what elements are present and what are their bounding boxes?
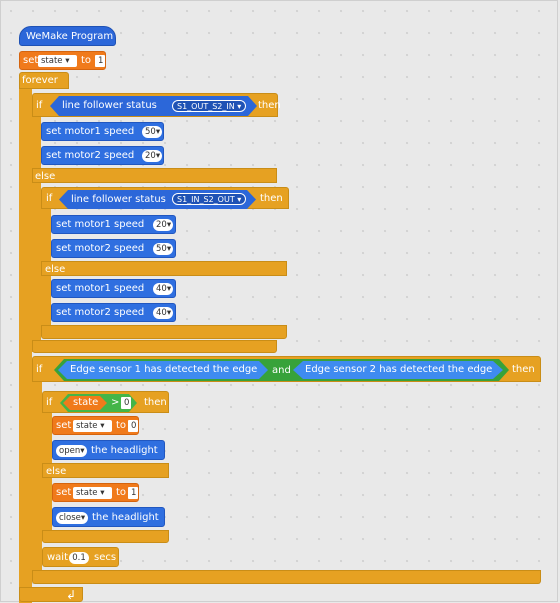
sensor-label: line follower status [71, 194, 166, 205]
set-motor1-block[interactable]: set motor1 speed 20▾ [51, 215, 176, 234]
if2-else-bar: else [41, 261, 287, 276]
set-state-block[interactable]: set state ▾ to 1 [52, 483, 139, 502]
program-hat-block[interactable]: WeMake Program [19, 26, 116, 46]
speed-dropdown[interactable]: 20▾ [153, 219, 173, 231]
if4-block[interactable]: if state > 0 then [42, 391, 169, 413]
if4-bottom [42, 530, 169, 543]
edge-sensor-2-condition[interactable]: Edge sensor 2 has detected the edge [293, 361, 503, 379]
headlight-label: the headlight [91, 445, 158, 456]
set-state-block[interactable]: set state ▾ to 1 [19, 51, 106, 70]
set-motor1-block[interactable]: set motor1 speed 50▾ [41, 122, 164, 141]
line-follower-condition[interactable]: line follower status S1_IN_S2_OUT ▾ [59, 190, 256, 209]
variable-dropdown[interactable]: state ▾ [73, 487, 112, 499]
if2-bottom [41, 325, 287, 339]
speed-dropdown[interactable]: 50▾ [153, 243, 173, 255]
if-label: if [36, 364, 43, 375]
if-label: if [46, 397, 53, 408]
if1-bottom [32, 340, 277, 353]
speed-dropdown[interactable]: 40▾ [153, 307, 173, 319]
forever-block[interactable]: forever [19, 72, 69, 89]
if2-block[interactable]: if line follower status S1_IN_S2_OUT ▾ t… [41, 187, 289, 209]
status-dropdown[interactable]: S1_IN_S2_OUT ▾ [172, 193, 246, 205]
if3-arm [32, 381, 42, 571]
if-label: if [46, 193, 53, 204]
secs-label: secs [94, 552, 117, 563]
then-label: then [512, 364, 535, 375]
forever-label: forever [22, 75, 58, 86]
then-label: then [260, 193, 283, 204]
else-label: else [45, 264, 66, 275]
forever-arm [19, 88, 32, 603]
to-label: to [81, 55, 92, 66]
greater-than-operator[interactable]: state > 0 [60, 394, 137, 412]
value-input[interactable]: 0 [128, 420, 138, 432]
set-label: set [56, 487, 72, 498]
to-label: to [116, 487, 127, 498]
wait-seconds-input[interactable]: 0.1 [69, 552, 89, 564]
motor1-label: set motor1 speed [46, 126, 135, 137]
else-label: else [35, 171, 56, 182]
set-motor2-block[interactable]: set motor2 speed 40▾ [51, 303, 176, 322]
sensor-label: line follower status [62, 100, 157, 111]
if-label: if [36, 100, 43, 111]
condition-label: Edge sensor 2 has detected the edge [305, 364, 493, 375]
else-label: else [46, 466, 67, 477]
and-label: and [272, 365, 291, 376]
if1-block[interactable]: if line follower status S1_OUT_S2_IN ▾ t… [32, 93, 281, 117]
forever-bottom: ↲ [19, 587, 83, 602]
motor1-label: set motor1 speed [56, 219, 145, 230]
motor2-label: set motor2 speed [56, 243, 145, 254]
then-label: then [144, 397, 167, 408]
variable-dropdown[interactable]: state ▾ [38, 55, 77, 67]
loop-arrow-icon: ↲ [66, 588, 77, 602]
condition-label: Edge sensor 1 has detected the edge [70, 364, 258, 375]
motor1-label: set motor1 speed [56, 283, 145, 294]
status-dropdown[interactable]: S1_OUT_S2_IN ▾ [172, 100, 246, 112]
speed-dropdown[interactable]: 20▾ [142, 150, 162, 162]
headlight-option-dropdown[interactable]: close▾ [56, 512, 88, 524]
number-input[interactable]: 0 [121, 397, 131, 409]
if1-else-bar: else [32, 168, 277, 183]
motor2-label: set motor2 speed [56, 307, 145, 318]
if3-block[interactable]: if Edge sensor 1 has detected the edge a… [32, 356, 541, 382]
set-label: set [23, 55, 39, 66]
wait-label: wait [47, 552, 69, 563]
headlight-option-dropdown[interactable]: open▾ [56, 445, 87, 457]
line-follower-condition[interactable]: line follower status S1_OUT_S2_IN ▾ [50, 96, 257, 116]
scripts-area: WeMake Program set state ▾ to 1 forever … [0, 0, 558, 603]
set-label: set [56, 420, 72, 431]
if4-else-bar: else [42, 463, 169, 478]
variable-dropdown[interactable]: state ▾ [73, 420, 112, 432]
state-reporter[interactable]: state [63, 396, 107, 410]
value-input[interactable]: 1 [95, 55, 105, 67]
speed-dropdown[interactable]: 50▾ [142, 126, 162, 138]
to-label: to [116, 420, 127, 431]
headlight-label: the headlight [92, 512, 159, 523]
headlight-block[interactable]: open▾ the headlight [52, 440, 165, 460]
operator-label: > [111, 397, 120, 408]
set-motor2-block[interactable]: set motor2 speed 20▾ [41, 146, 164, 165]
then-label: then [258, 100, 281, 111]
state-label: state [73, 397, 99, 408]
set-motor2-block[interactable]: set motor2 speed 50▾ [51, 239, 176, 258]
motor2-label: set motor2 speed [46, 150, 135, 161]
edge-sensor-1-condition[interactable]: Edge sensor 1 has detected the edge [58, 361, 268, 379]
wait-block[interactable]: wait 0.1 secs [42, 547, 119, 567]
set-state-block[interactable]: set state ▾ to 0 [52, 416, 139, 435]
set-motor1-block[interactable]: set motor1 speed 40▾ [51, 279, 176, 298]
if3-bottom [32, 570, 541, 584]
value-input[interactable]: 1 [128, 487, 138, 499]
and-condition[interactable]: Edge sensor 1 has detected the edge and … [54, 359, 509, 381]
headlight-block[interactable]: close▾ the headlight [52, 507, 165, 527]
speed-dropdown[interactable]: 40▾ [153, 283, 173, 295]
if1-arm [32, 116, 41, 352]
hat-label: WeMake Program [26, 31, 114, 42]
